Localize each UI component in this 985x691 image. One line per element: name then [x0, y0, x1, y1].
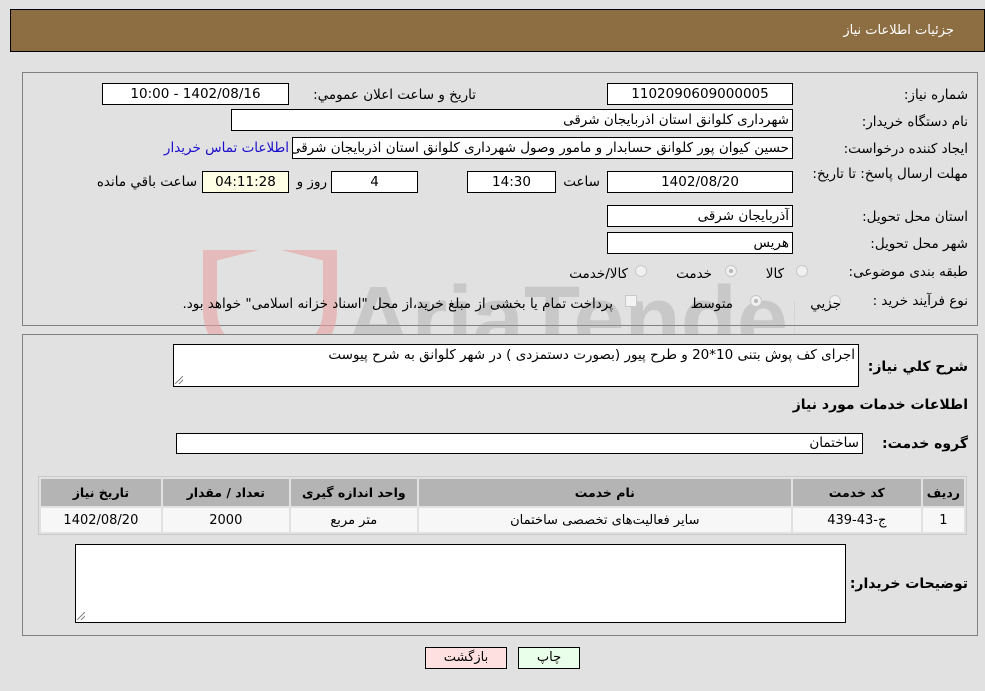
- category-service-radio[interactable]: [725, 265, 737, 277]
- announce-datetime-label: تاریخ و ساعت اعلان عمومي:: [313, 87, 476, 103]
- requester-label: ایجاد کننده درخواست:: [843, 141, 968, 157]
- deadline-date-field[interactable]: 1402/08/20: [607, 171, 793, 193]
- delivery-city-field[interactable]: هریس: [607, 232, 793, 254]
- process-medium-label: متوسط: [690, 296, 733, 312]
- need-number-label: شماره نیاز:: [903, 87, 968, 103]
- buyer-notes-resize-grip[interactable]: [77, 612, 85, 620]
- cell-need-date: 1402/08/20: [41, 508, 161, 532]
- category-goods-service-label: کالا/خدمت: [569, 266, 628, 282]
- cell-row-number: 1: [922, 508, 964, 532]
- description-resize-grip[interactable]: [175, 376, 183, 384]
- buyer-contact-link[interactable]: اطلاعات تماس خریدار: [164, 140, 289, 156]
- days-remaining-field: 4: [331, 171, 418, 193]
- buyer-notes-label: توضیحات خریدار:: [849, 576, 968, 592]
- col-service-code: کد خدمت: [792, 479, 921, 506]
- time-remaining-field: 04:11:28: [202, 171, 289, 193]
- time-remaining-label: ساعت باقي مانده: [96, 174, 197, 190]
- col-service-name: نام خدمت: [418, 479, 791, 506]
- requester-field[interactable]: حسین کیوان پور کلوانق حسابدار و مامور وص…: [292, 137, 793, 159]
- services-table: ردیف کد خدمت نام خدمت واحد اندازه گیری ت…: [38, 476, 967, 535]
- category-label: طبقه بندی موضوعی:: [848, 264, 968, 280]
- deadline-time-label: ساعت: [563, 174, 600, 190]
- services-section-title: اطلاعات خدمات مورد نیاز: [792, 397, 968, 413]
- treasury-checkbox[interactable]: [625, 295, 637, 307]
- service-group-label: گروه خدمت:: [882, 436, 968, 452]
- services-table-header: ردیف کد خدمت نام خدمت واحد اندازه گیری ت…: [41, 479, 964, 506]
- back-button[interactable]: بازگشت: [425, 647, 507, 669]
- cell-quantity: 2000: [162, 508, 289, 532]
- category-goods-label: کالا: [765, 266, 784, 282]
- cell-service-name: سایر فعالیت‌های تخصصی ساختمان: [418, 508, 791, 532]
- description-textarea[interactable]: اجرای کف پوش بتنی 10*20 و طرح پیور (بصور…: [173, 344, 859, 387]
- process-minor-label: جزيي: [810, 296, 841, 312]
- category-goods-radio[interactable]: [796, 265, 808, 277]
- description-label: شرح کلي نیاز:: [867, 359, 968, 375]
- delivery-city-label: شهر محل تحویل:: [870, 236, 968, 252]
- print-button[interactable]: چاپ: [518, 647, 580, 669]
- buyer-notes-textarea[interactable]: [75, 544, 846, 623]
- table-row: 1 ج-43-439 سایر فعالیت‌های تخصصی ساختمان…: [41, 508, 964, 532]
- deadline-label: مهلت ارسال پاسخ: تا تاریخ:: [812, 166, 968, 182]
- col-unit: واحد اندازه گیری: [290, 479, 417, 506]
- col-row-number: ردیف: [922, 479, 964, 506]
- delivery-province-label: استان محل تحویل:: [862, 209, 968, 225]
- purchase-process-label: نوع فرآیند خرید :: [872, 293, 968, 309]
- treasury-checkbox-label: پرداخت تمام یا بخشی از مبلغ خرید،از محل …: [182, 296, 613, 312]
- page-header: جزئیات اطلاعات نیاز: [10, 9, 985, 52]
- category-goods-service-radio[interactable]: [635, 265, 647, 277]
- need-number-field[interactable]: 1102090609000005: [607, 83, 793, 105]
- delivery-province-field[interactable]: آذربایجان شرقی: [607, 205, 793, 227]
- col-need-date: تاریخ نیاز: [41, 479, 161, 506]
- process-medium-radio[interactable]: [750, 295, 762, 307]
- deadline-time-field[interactable]: 14:30: [467, 171, 556, 193]
- cell-unit: متر مربع: [290, 508, 417, 532]
- col-quantity: تعداد / مقدار: [162, 479, 289, 506]
- service-group-field[interactable]: ساختمان: [176, 433, 863, 454]
- days-label: روز و: [296, 174, 327, 190]
- buyer-org-field[interactable]: شهرداری کلوانق استان اذربایجان شرقی: [231, 109, 793, 131]
- buyer-org-label: نام دستگاه خریدار:: [861, 114, 968, 130]
- category-service-label: خدمت: [676, 266, 712, 282]
- announce-datetime-field[interactable]: 1402/08/16 - 10:00: [102, 83, 289, 105]
- cell-service-code: ج-43-439: [792, 508, 921, 532]
- page-title: جزئیات اطلاعات نیاز: [843, 23, 954, 38]
